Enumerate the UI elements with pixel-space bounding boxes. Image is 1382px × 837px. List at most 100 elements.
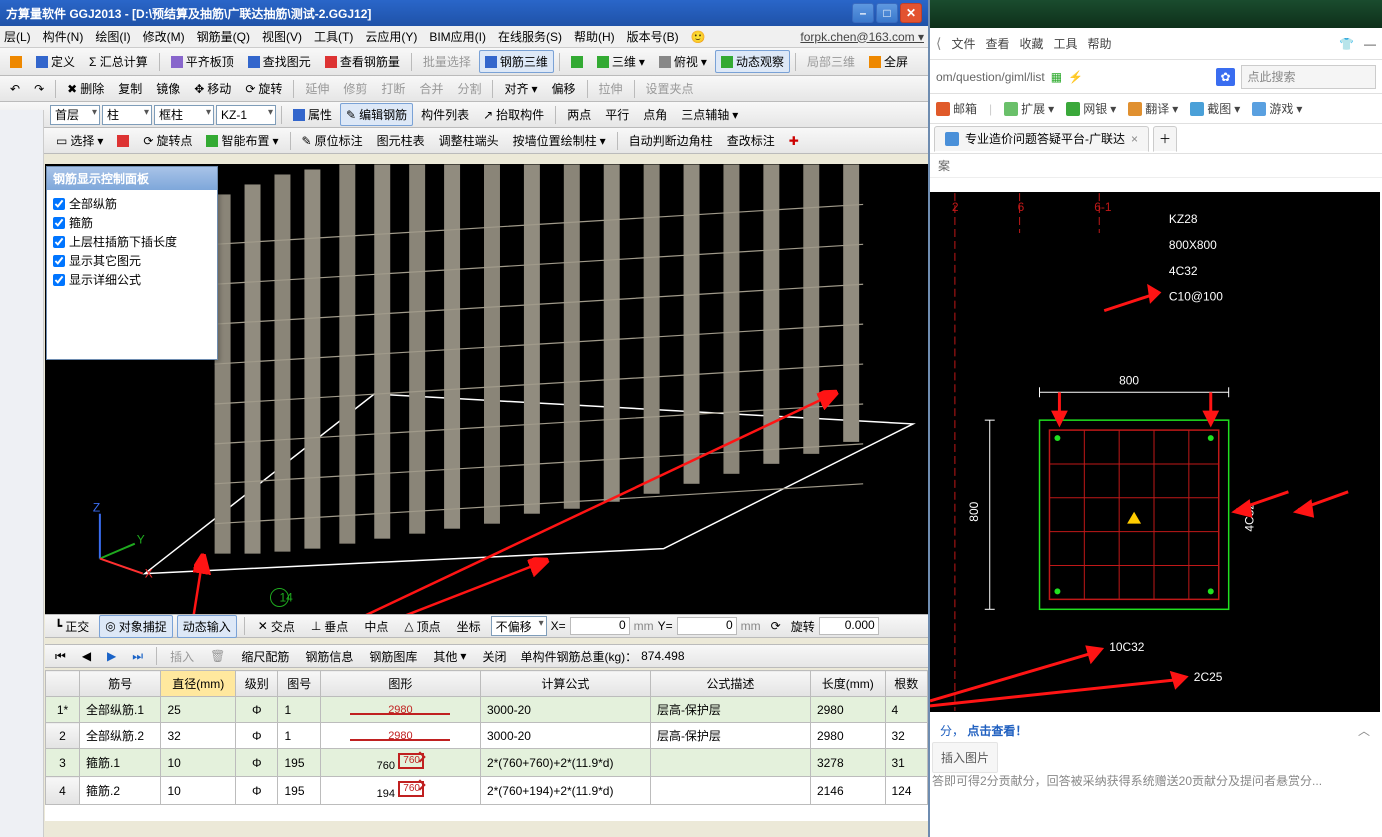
trim-button[interactable]: 修剪 <box>337 77 373 100</box>
menu-modify[interactable]: 修改(M) <box>143 28 185 45</box>
url-fragment[interactable]: om/question/giml/list <box>936 70 1045 84</box>
type-dropdown[interactable]: 框柱 <box>154 105 214 125</box>
extend-button[interactable]: 延伸 <box>299 77 335 100</box>
rotate-input[interactable]: 0.000 <box>819 617 879 635</box>
split-button[interactable]: 分割 <box>451 77 487 100</box>
new-tab-button[interactable]: ＋ <box>1153 126 1177 152</box>
column-table-button[interactable]: 图元柱表 <box>371 129 431 152</box>
rebar-library-button[interactable]: 钢筋图库 <box>363 645 423 668</box>
perpendicular-button[interactable]: ⊥ 垂点 <box>305 615 354 638</box>
mirror-button[interactable]: 镜像 <box>150 77 186 100</box>
last-record-icon[interactable]: ⏭ <box>126 646 149 667</box>
browser-menu-tools[interactable]: 工具 <box>1054 35 1078 52</box>
skin-icon[interactable]: 👕 <box>1339 37 1354 51</box>
flat-slab-button[interactable]: 平齐板顶 <box>165 50 240 73</box>
review-label-button[interactable]: 查改标注 <box>721 129 781 152</box>
stretch-button[interactable]: 拉伸 <box>593 77 629 100</box>
extract-button[interactable]: ↗ 抬取构件 <box>477 103 550 126</box>
menu-version[interactable]: 版本号(B) <box>627 28 679 45</box>
min-icon[interactable]: — <box>1364 37 1376 51</box>
chk-all-longitudinal[interactable]: 全部纵筋 <box>53 194 211 213</box>
dyn-input-button[interactable]: 动态输入 <box>177 615 237 638</box>
close-button[interactable]: ✕ <box>900 3 922 23</box>
chk-upper-insert[interactable]: 上层柱插筋下插长度 <box>53 232 211 251</box>
chk-show-other[interactable]: 显示其它图元 <box>53 251 211 270</box>
browser-menu-fav[interactable]: 收藏 <box>1020 35 1044 52</box>
three-pt-aux-button[interactable]: 三点辅轴 ▾ <box>675 103 744 126</box>
history-back-icon[interactable]: ⟨ <box>936 35 941 52</box>
scale-rebar-button[interactable]: 缩尺配筋 <box>235 645 295 668</box>
y-input[interactable]: 0 <box>677 617 737 635</box>
table-row[interactable]: 2 全部纵筋.2 32 Φ 1 2980 3000-20 层高-保护层 2980… <box>46 723 928 749</box>
cad-section-view[interactable]: 2 6 6-1 KZ28 800X800 4C32 C10@100 <box>930 192 1380 712</box>
menu-rebar-qty[interactable]: 钢筋量(Q) <box>197 28 250 45</box>
local-3d-button[interactable]: 局部三维 <box>801 50 861 73</box>
plus-icon[interactable]: ✚ <box>783 131 805 151</box>
rebar-table[interactable]: 筋号 直径(mm) 级别 图号 图形 计算公式 公式描述 长度(mm) 根数 1… <box>45 670 928 821</box>
close-table-button[interactable]: 关闭 <box>476 645 512 668</box>
merge-button[interactable]: 合并 <box>413 77 449 100</box>
delete-button[interactable]: ✖ 删除 <box>61 77 110 100</box>
menu-cloud[interactable]: 云应用(Y) <box>365 28 417 45</box>
insert-image-button[interactable]: 插入图片 <box>932 742 998 773</box>
ext-screenshot[interactable]: 截图 ▾ <box>1190 100 1240 117</box>
3d-view-button[interactable]: 三维 ▾ <box>591 50 651 73</box>
parallel-button[interactable]: 平行 <box>599 103 635 126</box>
osnap-button[interactable]: ◎ 对象捕捉 <box>99 615 173 638</box>
tab-close-icon[interactable]: × <box>1131 132 1138 146</box>
next-record-icon[interactable]: ▶ <box>101 646 122 666</box>
open-icon[interactable] <box>4 53 28 71</box>
table-row[interactable]: 1* 全部纵筋.1 25 Φ 1 2980 3000-20 层高-保护层 298… <box>46 697 928 723</box>
intersect-button[interactable]: ✕ 交点 <box>252 615 301 638</box>
menu-draw[interactable]: 绘图(I) <box>95 28 130 45</box>
component-list-button[interactable]: 构件列表 <box>415 103 475 126</box>
undo-icon[interactable]: ↶ <box>4 79 26 99</box>
menu-component[interactable]: 构件(N) <box>43 28 84 45</box>
browser-tab-active[interactable]: 专业造价问题答疑平台-广联达 × <box>934 126 1149 152</box>
delete-row-icon[interactable]: 🗑 <box>204 646 231 666</box>
view-rebar-qty-button[interactable]: 查看钢筋量 <box>319 50 406 73</box>
category-dropdown[interactable]: 柱 <box>102 105 152 125</box>
menu-layer[interactable]: 层(L) <box>4 28 31 45</box>
point-icon[interactable] <box>111 132 135 150</box>
select-button[interactable]: ▭ 选择 ▾ <box>50 129 109 152</box>
other-button[interactable]: 其他 ▾ <box>427 645 472 668</box>
rotate-button[interactable]: ⟳ 旋转 <box>239 77 288 100</box>
ext-extend[interactable]: 扩展 ▾ <box>1004 100 1054 117</box>
align-button[interactable]: 对齐 ▾ <box>498 77 543 100</box>
two-point-button[interactable]: 两点 <box>561 103 597 126</box>
floor-dropdown[interactable]: 首层 <box>50 105 100 125</box>
smart-layout-button[interactable]: 智能布置 ▾ <box>200 129 284 152</box>
menu-online[interactable]: 在线服务(S) <box>498 28 562 45</box>
fullscreen-button[interactable]: 全屏 <box>863 50 914 73</box>
attribute-button[interactable]: 属性 <box>287 103 338 126</box>
auto-corner-button[interactable]: 自动判断边角柱 <box>623 129 719 152</box>
vertex-button[interactable]: △ 顶点 <box>398 615 446 638</box>
ext-bank[interactable]: 网银 ▾ <box>1066 100 1116 117</box>
cube-icon[interactable] <box>565 53 589 71</box>
chk-stirrup[interactable]: 箍筋 <box>53 213 211 232</box>
rotate-point-button[interactable]: ⟳ 旋转点 <box>137 129 198 152</box>
rotate-toggle[interactable]: ⟳ <box>765 616 787 636</box>
menu-bim[interactable]: BIM应用(I) <box>429 28 486 45</box>
table-row[interactable]: 3 箍筋.1 10 Φ 195 760 760 2*(760+760)+2*(1… <box>46 749 928 777</box>
minimize-button[interactable]: – <box>852 3 874 23</box>
flash-icon[interactable]: ⚡ <box>1068 70 1083 84</box>
table-row[interactable]: 4 箍筋.2 10 Φ 195 194 760 2*(760+194)+2*(1… <box>46 777 928 805</box>
browser-menu-file[interactable]: 文件 <box>951 35 975 52</box>
move-button[interactable]: ✥ 移动 <box>188 77 237 100</box>
define-button[interactable]: 定义 <box>30 50 81 73</box>
orig-label-button[interactable]: ✎ 原位标注 <box>296 129 369 152</box>
draw-by-wall-button[interactable]: 按墙位置绘制柱 ▾ <box>507 129 612 152</box>
redo-icon[interactable]: ↷ <box>28 79 50 99</box>
first-record-icon[interactable]: ⏮ <box>49 646 72 667</box>
coord-button[interactable]: 坐标 <box>451 615 487 638</box>
offset-button[interactable]: 偏移 <box>546 77 582 100</box>
paw-icon[interactable]: ✿ <box>1216 68 1234 86</box>
point-angle-button[interactable]: 点角 <box>637 103 673 126</box>
set-grip-button[interactable]: 设置夹点 <box>640 77 700 100</box>
break-button[interactable]: 打断 <box>375 77 411 100</box>
insert-row-button[interactable]: 插入 <box>164 645 200 668</box>
menu-view[interactable]: 视图(V) <box>262 28 302 45</box>
ortho-button[interactable]: ┗ 正交 <box>49 615 95 638</box>
